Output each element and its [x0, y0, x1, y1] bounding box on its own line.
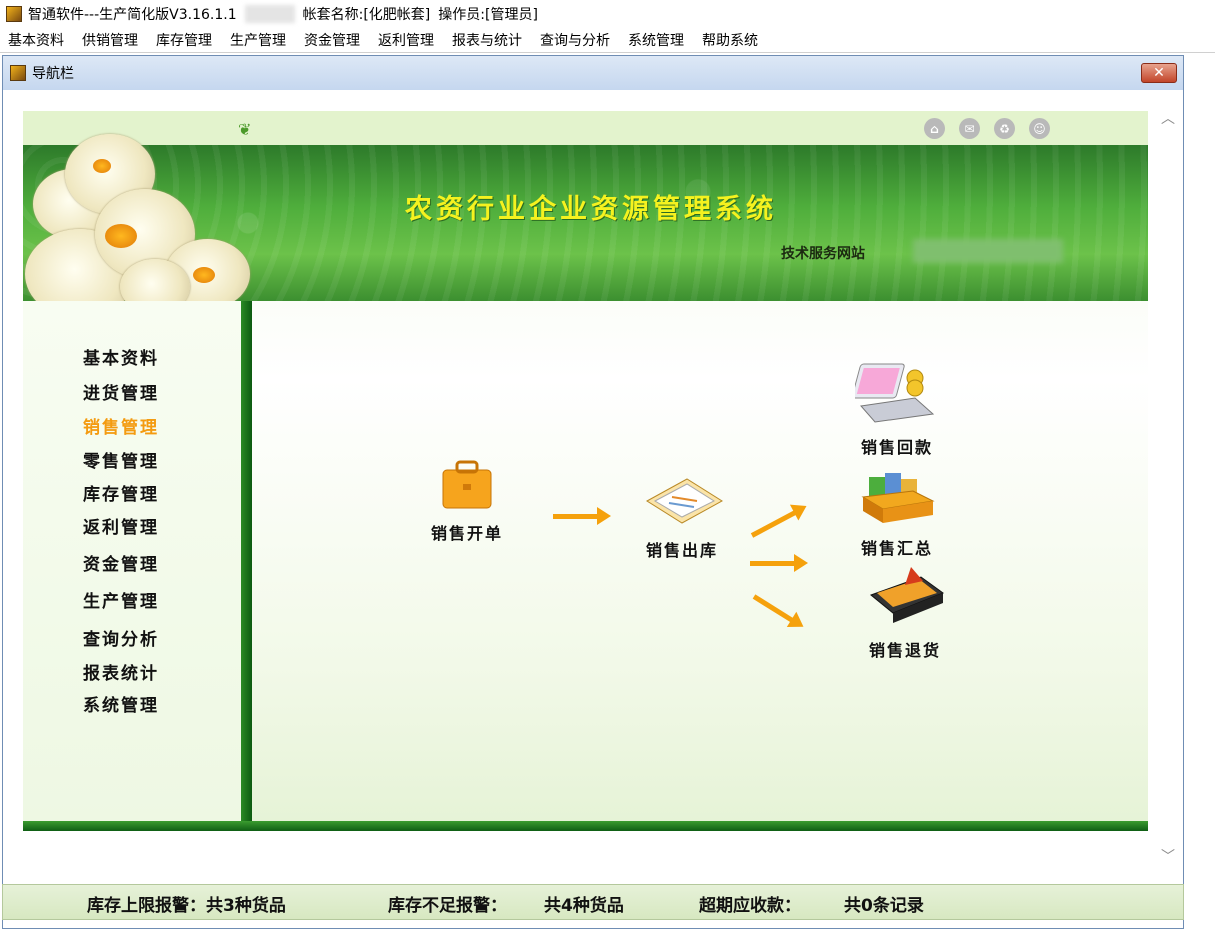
sidebar-item-basic-data[interactable]: 基本资料: [83, 344, 159, 369]
menu-system[interactable]: 系统管理: [619, 30, 693, 50]
home-icon[interactable]: ⌂: [924, 118, 945, 139]
menu-supply-sales[interactable]: 供销管理: [73, 30, 147, 50]
arrow-icon: [752, 594, 797, 625]
sidebar-item-production[interactable]: 生产管理: [83, 587, 159, 612]
menu-production[interactable]: 生产管理: [221, 30, 295, 50]
system-title: 农资行业企业资源管理系统: [405, 194, 777, 225]
menu-basic-data[interactable]: 基本资料: [0, 30, 73, 50]
menu-query[interactable]: 查询与分析: [531, 30, 619, 50]
stock-upper-alarm[interactable]: 库存上限报警：共3种货品: [87, 891, 286, 916]
operator-name: 操作员:[管理员]: [438, 7, 538, 23]
laptop-icon: [851, 363, 935, 423]
arrow-icon: [750, 508, 800, 538]
scroll-down-icon[interactable]: ﹀: [1161, 846, 1175, 866]
card-wallet-icon: [870, 567, 945, 623]
flow-sales-outbound[interactable]: 销售出库: [627, 471, 737, 561]
sidebar-item-sales[interactable]: 销售管理: [83, 413, 159, 438]
overdue-receivable-label: 超期应收款：: [699, 896, 801, 916]
sidebar-item-reports[interactable]: 报表统计: [83, 659, 159, 684]
flow-sales-summary[interactable]: 销售汇总: [842, 461, 952, 559]
sales-order-label: 销售开单: [430, 524, 503, 543]
stock-shortage-label: 库存不足报警：: [388, 896, 507, 916]
account-name: 帐套名称:[化肥帐套]: [302, 7, 431, 23]
sidebar-divider: [241, 301, 252, 831]
flower-decoration: [25, 129, 253, 329]
menu-help[interactable]: 帮助系统: [693, 30, 767, 50]
nav-panel: ❦ ⌂ ✉ ♻ ☺ 农资行业企业资源管理系统 技术服务网站 基本资料 进货管理 …: [23, 111, 1148, 831]
stock-shortage-value[interactable]: 共4种货品: [544, 891, 624, 916]
redacted-region: [244, 5, 295, 23]
panel-bottom-bar: [23, 821, 1148, 831]
app-title: 智通软件---生产简化版V3.16.1.1: [28, 7, 237, 23]
sidebar-item-purchase[interactable]: 进货管理: [83, 379, 159, 404]
navigator-window: 导航栏 ✕ ︿ ﹀ ❦ ⌂ ✉ ♻ ☺ 农资行业企业资源管理系统 技术服务网站: [2, 55, 1184, 929]
sidebar-item-query[interactable]: 查询分析: [83, 625, 159, 650]
app-logo-icon: [6, 6, 22, 22]
overdue-receivable-value[interactable]: 共0条记录: [844, 891, 924, 916]
menu-funds[interactable]: 资金管理: [295, 30, 369, 50]
sidebar-item-retail[interactable]: 零售管理: [83, 447, 159, 472]
briefcase-icon: [442, 460, 492, 509]
sidebar-item-system[interactable]: 系统管理: [83, 691, 159, 716]
window-logo-icon: [10, 65, 26, 81]
mail-icon[interactable]: ✉: [959, 118, 980, 139]
sidebar-item-funds[interactable]: 资金管理: [83, 550, 159, 575]
clipboard-icon: [646, 478, 723, 524]
menu-reports[interactable]: 报表与统计: [443, 30, 531, 50]
redacted-site: [913, 239, 1063, 263]
file-box-icon: [861, 473, 935, 523]
arrow-icon: [553, 507, 611, 525]
window-titlebar: 导航栏 ✕: [3, 56, 1183, 90]
recycle-icon[interactable]: ♻: [994, 118, 1015, 139]
smile-icon[interactable]: ☺: [1029, 118, 1050, 139]
app-titlebar: 智通软件---生产简化版V3.16.1.1 帐套名称:[化肥帐套] 操作员:[管…: [0, 0, 1215, 28]
flow-content: 销售开单 销售出库 销售回款 销售汇总 销售退货: [252, 301, 1148, 821]
sales-summary-label: 销售汇总: [860, 539, 933, 558]
sales-return-label: 销售退货: [868, 641, 941, 660]
tech-site-label: 技术服务网站: [781, 246, 865, 262]
menu-rebate[interactable]: 返利管理: [369, 30, 443, 50]
flow-sales-order[interactable]: 销售开单: [417, 456, 517, 544]
status-bar: 库存上限报警：共3种货品 库存不足报警： 共4种货品 超期应收款： 共0条记录: [2, 884, 1184, 920]
window-title: 导航栏: [32, 66, 74, 82]
sales-payment-label: 销售回款: [860, 438, 933, 457]
close-button[interactable]: ✕: [1141, 63, 1177, 83]
sidebar-item-inventory[interactable]: 库存管理: [83, 480, 159, 505]
flow-sales-payment[interactable]: 销售回款: [842, 356, 952, 458]
scroll-up-icon[interactable]: ︿: [1161, 108, 1175, 128]
arrow-icon: [750, 554, 808, 572]
sidebar-item-rebate[interactable]: 返利管理: [83, 513, 159, 538]
top-icon-group: ⌂ ✉ ♻ ☺: [924, 118, 1050, 139]
menu-bar: 基本资料 供销管理 库存管理 生产管理 资金管理 返利管理 报表与统计 查询与分…: [0, 28, 1215, 53]
flow-sales-return[interactable]: 销售退货: [850, 563, 960, 661]
menu-inventory[interactable]: 库存管理: [147, 30, 221, 50]
sales-outbound-label: 销售出库: [645, 541, 718, 560]
